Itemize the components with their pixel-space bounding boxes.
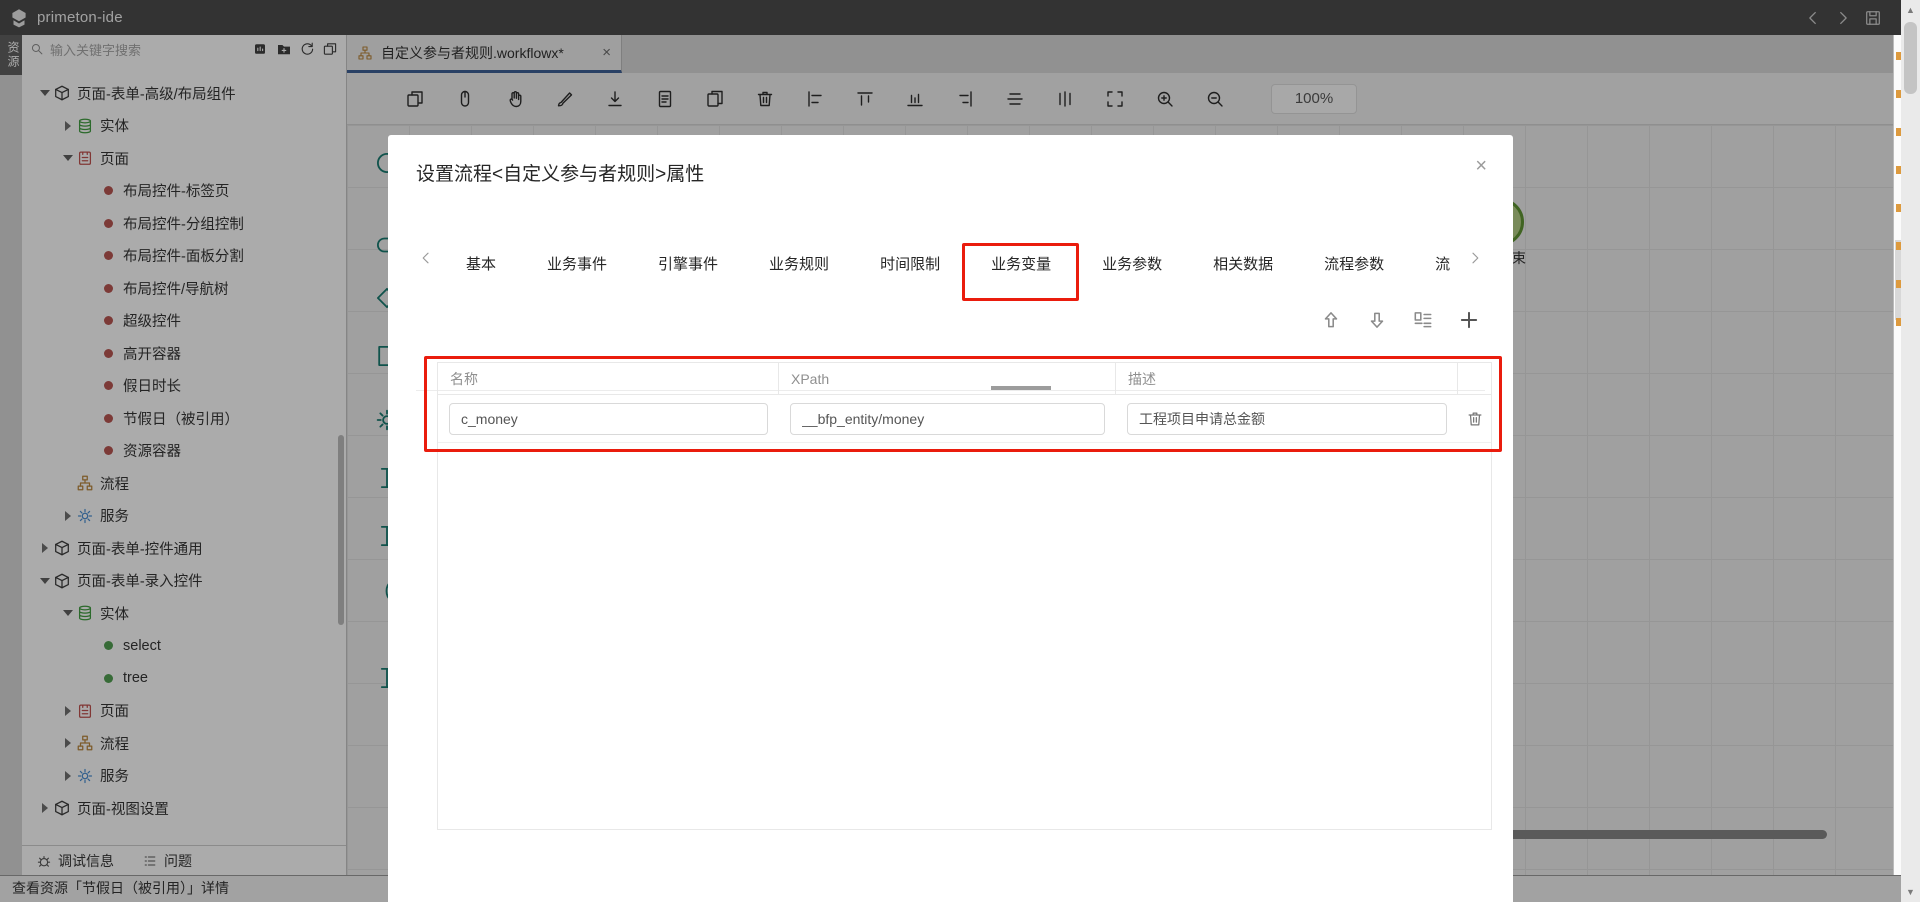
column-header-description: 描述 [1116, 363, 1458, 394]
column-header-actions [1458, 363, 1491, 394]
dialog-tab-10[interactable]: 流 [1413, 253, 1472, 274]
dialog-tab-active[interactable]: 业务变量 [969, 253, 1073, 274]
dialog-tab-3[interactable]: 引擎事件 [636, 253, 740, 274]
scroll-down-icon[interactable]: ▼ [1901, 884, 1920, 900]
name-input[interactable] [449, 403, 768, 435]
table-header: 名称 XPath 描述 [438, 363, 1491, 395]
table-body [438, 395, 1491, 443]
table-cell [1116, 403, 1458, 435]
table-row [438, 395, 1491, 443]
variable-actions [1320, 309, 1480, 331]
tabs-scroll-right-icon[interactable] [1467, 250, 1483, 266]
xpath-input[interactable] [790, 403, 1105, 435]
add-icon[interactable] [1458, 309, 1480, 331]
page-scrollbar[interactable]: ▲ ▼ [1901, 0, 1920, 902]
primeton-ide-window: primeton-ide 资源 输入关键字搜索 页面-表单-高级/布局组件实体页… [0, 0, 1920, 902]
dialog-tab-5[interactable]: 时间限制 [858, 253, 962, 274]
table-cell [779, 403, 1116, 435]
flow-properties-dialog: 设置流程<自定义参与者规则>属性 × 基本业务事件引擎事件业务规则时间限制业务变… [388, 135, 1513, 902]
dialog-close-icon[interactable]: × [1475, 155, 1487, 178]
dialog-tab-9[interactable]: 流程参数 [1302, 253, 1406, 274]
scroll-up-icon[interactable]: ▲ [1901, 2, 1920, 18]
column-header-name: 名称 [438, 363, 779, 394]
dialog-tab-1[interactable]: 基本 [444, 253, 518, 274]
delete-row-icon[interactable] [1466, 410, 1484, 428]
description-input[interactable] [1127, 403, 1447, 435]
dialog-tabs: 基本业务事件引擎事件业务规则时间限制业务变量业务参数相关数据流程参数流 [388, 230, 1513, 296]
move-down-icon[interactable] [1366, 309, 1388, 331]
move-up-icon[interactable] [1320, 309, 1342, 331]
dialog-title: 设置流程<自定义参与者规则>属性 [416, 159, 704, 186]
batch-edit-icon[interactable] [1412, 309, 1434, 331]
dialog-tab-7[interactable]: 业务参数 [1080, 253, 1184, 274]
table-cell [438, 403, 779, 435]
page-scrollbar-thumb[interactable] [1904, 22, 1917, 94]
dialog-tablist: 基本业务事件引擎事件业务规则时间限制业务变量业务参数相关数据流程参数流 [444, 230, 1472, 296]
dialog-tab-2[interactable]: 业务事件 [525, 253, 629, 274]
variables-table: 名称 XPath 描述 [437, 362, 1492, 830]
delete-row-container [1458, 410, 1491, 428]
column-header-xpath: XPath [779, 363, 1116, 394]
dialog-tab-4[interactable]: 业务规则 [747, 253, 851, 274]
dialog-tab-8[interactable]: 相关数据 [1191, 253, 1295, 274]
tabs-scroll-left-icon[interactable] [418, 250, 434, 266]
